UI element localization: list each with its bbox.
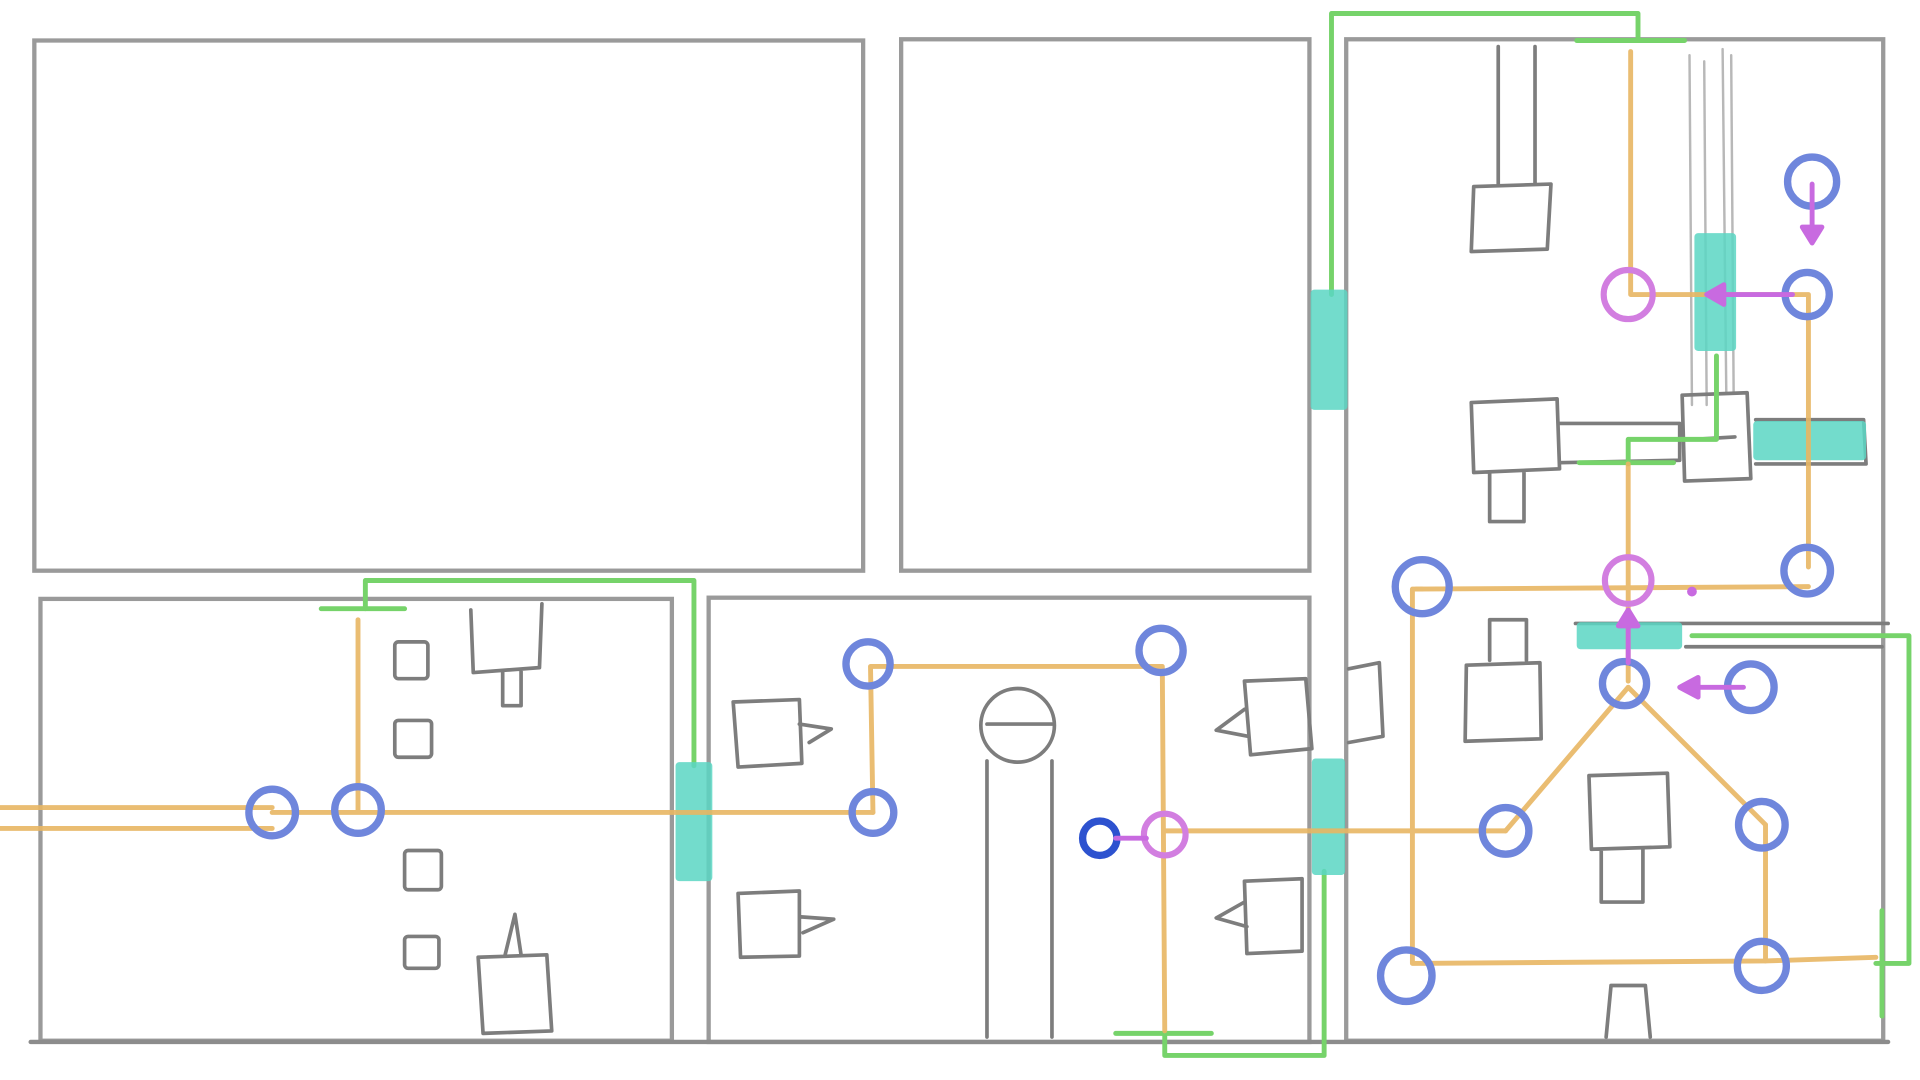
magenta-dot	[1687, 586, 1697, 597]
magenta-arrow-head	[1677, 675, 1701, 700]
teal-door-marker-icon	[1310, 289, 1348, 410]
furniture-chair-3	[402, 848, 444, 892]
furniture-unit-2	[1469, 397, 1562, 524]
room-right-wall	[1344, 37, 1886, 1043]
furniture-unit-3	[1557, 421, 1682, 465]
path-middle-loop	[868, 663, 1168, 1034]
walls	[28, 37, 1891, 1045]
room-top-left-wall	[32, 38, 866, 573]
floor-plan-canvas	[0, 0, 1920, 1080]
furniture-seat-4	[1214, 876, 1304, 956]
blue-ring-node-icon	[1598, 657, 1651, 710]
furniture-unit-5	[1587, 771, 1672, 904]
furniture-tall-unit	[1469, 44, 1553, 254]
magenta-arrow-head	[1615, 607, 1641, 629]
furniture-seat-2	[736, 889, 836, 960]
teal-door-marker-icon	[1311, 758, 1345, 876]
blue-ring-node-icon	[1078, 817, 1121, 860]
furniture-column	[1688, 47, 1735, 407]
furniture	[392, 44, 1868, 1039]
room-top-middle-wall	[899, 37, 1312, 573]
path-right-top	[1413, 584, 1811, 592]
path-diag-left	[1503, 684, 1631, 834]
furniture-chair-5	[1463, 617, 1543, 744]
green-lines	[318, 11, 1912, 1058]
blue-ring-node-icon	[1733, 937, 1791, 995]
furniture-chair-1	[392, 640, 430, 681]
furniture-seat-3	[1214, 676, 1314, 757]
magenta-nodes	[1140, 266, 1656, 859]
furniture-seat-5	[1346, 660, 1385, 745]
green-line-bottom-left	[362, 578, 697, 769]
blue-ring-node-icon	[1734, 797, 1789, 852]
furniture-stand-1	[468, 601, 544, 708]
furniture-chair-2	[392, 718, 434, 760]
paths	[0, 49, 1879, 1034]
furniture-unit-6	[1604, 983, 1653, 1039]
floor-plan-svg	[0, 11, 1912, 1058]
furniture-seat-1	[731, 697, 834, 769]
furniture-chair-4	[402, 934, 441, 971]
doors	[675, 233, 1867, 882]
blue-ring-node-icon	[1376, 946, 1436, 1006]
green-line-inner	[1625, 353, 1719, 467]
furniture-stand-2	[476, 912, 554, 1036]
magenta-arrow-head	[1799, 224, 1825, 246]
teal-door-marker-icon	[675, 762, 713, 882]
